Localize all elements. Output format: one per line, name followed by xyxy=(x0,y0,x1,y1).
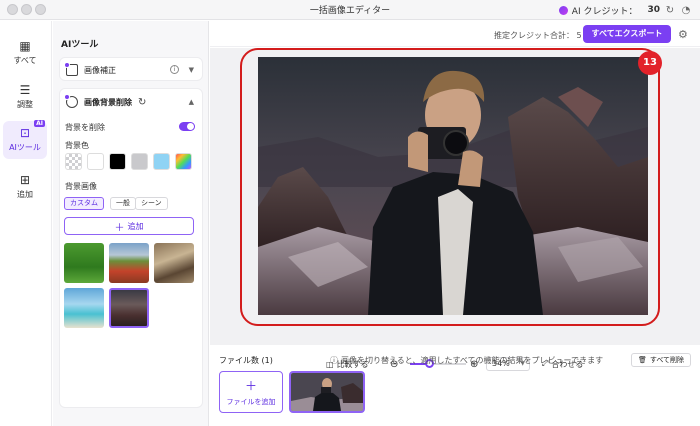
credit-value: 30 xyxy=(647,5,660,15)
file-count: ファイル数 (1) xyxy=(219,356,273,365)
tab-general[interactable]: 一般 xyxy=(110,197,136,210)
nav-item-adjust[interactable]: ☰ 調整 xyxy=(3,79,47,115)
ai-tools-icon: ⊡ xyxy=(19,126,31,140)
swatch-transparent[interactable] xyxy=(65,153,82,170)
estimate-text: 推定クレジット合計： 5 xyxy=(494,31,582,40)
swatch-light-blue[interactable] xyxy=(153,153,170,170)
step-marker: 13 xyxy=(638,51,662,75)
remove-bg-toggle[interactable] xyxy=(179,122,195,131)
plus-icon: ＋ xyxy=(114,222,125,234)
swatch-white[interactable] xyxy=(87,153,104,170)
tab-scene[interactable]: シーン xyxy=(135,197,168,210)
chevron-up-icon[interactable]: ▲ xyxy=(189,98,194,106)
user-icon[interactable]: ◔ xyxy=(680,4,692,16)
enhance-icon xyxy=(64,62,78,76)
sliders-icon: ☰ xyxy=(19,83,31,97)
add-background-button[interactable]: ＋ 追加 xyxy=(64,217,194,235)
add-square-icon: ⊞ xyxy=(19,173,31,187)
main-topbar: 推定クレジット合計： 5 すべてエクスポート ⚙ xyxy=(210,21,700,47)
nav-item-all[interactable]: ▦ すべて xyxy=(3,35,47,71)
settings-icon[interactable]: ⚙ xyxy=(678,28,688,41)
swatch-gradient[interactable] xyxy=(175,153,192,170)
credit-label: AI クレジット： xyxy=(571,6,638,17)
bg-thumb-rocks[interactable] xyxy=(154,243,194,283)
add-file-button[interactable]: ＋ ファイルを追加 xyxy=(219,371,283,413)
bg-color-label: 背景色 xyxy=(65,141,89,150)
bg-thumb-flowers[interactable] xyxy=(109,243,149,283)
export-all-button[interactable]: すべてエクスポート xyxy=(583,25,671,43)
swatch-black[interactable] xyxy=(109,153,126,170)
bg-thumb-mountains[interactable] xyxy=(109,288,149,328)
tab-custom[interactable]: カスタム xyxy=(64,197,104,210)
plus-icon: ＋ xyxy=(244,379,257,393)
main-area: 推定クレジット合計： 5 すべてエクスポート ⚙ 13 ◫ 比較する ⊖ ⊕ 3… xyxy=(210,21,700,426)
color-swatches xyxy=(65,153,199,171)
preview-canvas: 13 ◫ 比較する ⊖ ⊕ 34% ▼ ⤢ 合わせる xyxy=(210,48,700,371)
title-bar: 一括画像エディター AI クレジット： 30 ↻ ◔ xyxy=(0,0,700,20)
credit-area: AI クレジット： 30 ↻ ◔ xyxy=(558,2,692,18)
add-button-label: 追加 xyxy=(127,221,144,231)
swatch-gray[interactable] xyxy=(131,153,148,170)
left-nav: ▦ すべて ☰ 調整 AI ⊡ AIツール ⊞ 追加 xyxy=(0,21,52,426)
info-icon[interactable]: i xyxy=(170,65,179,74)
bg-thumb-beach[interactable] xyxy=(64,288,104,328)
delete-all-button[interactable]: 🗑 すべて削除 xyxy=(631,353,691,367)
highlight-outline xyxy=(240,48,660,326)
remove-bg-label: 背景を削除 xyxy=(65,123,105,132)
trash-icon: 🗑 xyxy=(637,356,647,364)
ai-credit-icon xyxy=(558,5,568,15)
enhance-label: 画像補正 xyxy=(84,65,116,75)
file-bar: ファイル数 (1) ⓘ 画像を切り替えると、適用したすべての機能の結果をプレビュ… xyxy=(210,349,700,367)
nav-item-label: 調整 xyxy=(17,100,33,109)
bg-remove-label: 画像背景削除 xyxy=(84,97,132,107)
ai-tools-panel: AIツール 画像補正 i ▼ 画像背景削除 ↻ ▲ 背景を削除 背景色 背景画像… xyxy=(53,21,209,426)
nav-item-label: 追加 xyxy=(17,190,33,199)
delete-all-label: すべて削除 xyxy=(649,356,685,364)
grid-icon: ▦ xyxy=(19,39,31,53)
nav-item-label: AIツール xyxy=(9,143,41,152)
panel-title: AIツール xyxy=(61,40,99,50)
nav-item-add[interactable]: ⊞ 追加 xyxy=(3,169,47,205)
bg-image-label: 背景画像 xyxy=(65,182,97,191)
chevron-down-icon[interactable]: ▼ xyxy=(189,66,194,74)
processing-icon: ↻ xyxy=(138,96,147,108)
enhance-card[interactable]: 画像補正 i ▼ xyxy=(59,57,203,81)
file-strip: ＋ ファイルを追加 xyxy=(210,367,700,426)
add-file-label: ファイルを追加 xyxy=(226,398,276,406)
file-thumbnail[interactable] xyxy=(289,371,365,413)
ai-badge: AI xyxy=(34,120,45,127)
bg-remove-icon xyxy=(64,94,78,108)
info-icon: ⓘ xyxy=(330,356,338,365)
nav-item-label: すべて xyxy=(13,56,37,65)
hint-text: ⓘ 画像を切り替えると、適用したすべての機能の結果をプレビューできます xyxy=(330,356,604,365)
refresh-icon[interactable]: ↻ xyxy=(664,4,676,16)
nav-item-ai-tools[interactable]: AI ⊡ AIツール xyxy=(3,120,47,159)
bg-thumb-grass[interactable] xyxy=(64,243,104,283)
